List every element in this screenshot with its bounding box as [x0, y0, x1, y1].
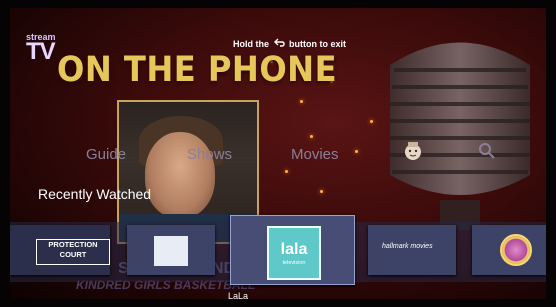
- tile-blank[interactable]: [127, 225, 215, 275]
- search-icon[interactable]: [478, 142, 496, 165]
- hero-title: ON THE PHONE: [57, 50, 338, 90]
- nav-movies[interactable]: Movies: [291, 146, 339, 163]
- tile-protection-court[interactable]: PROTECTION COURT: [10, 225, 110, 275]
- bezel-left: [0, 0, 10, 307]
- nav-shows[interactable]: Shows: [187, 146, 232, 163]
- pc-line-2: COURT: [59, 250, 87, 259]
- pc-line-1: PROTECTION: [48, 240, 98, 249]
- tile-placeholder-square: [154, 236, 188, 266]
- circle-channel-logo: [500, 234, 532, 266]
- character-avatar-icon[interactable]: [402, 140, 424, 167]
- exit-hint: Hold the button to exit: [233, 38, 346, 49]
- logo-tv-text: TV: [26, 38, 56, 65]
- bezel-right: [546, 0, 556, 307]
- tile-hallmark-movies[interactable]: hallmark movies: [368, 225, 456, 275]
- bezel-top: [0, 0, 556, 8]
- preview-face: [145, 132, 215, 218]
- tile-circle-channel[interactable]: [472, 225, 546, 275]
- microphone-artwork: [390, 42, 530, 230]
- lala-logo-text: lala: [280, 241, 308, 258]
- hint-after: button to exit: [289, 39, 347, 49]
- bezel-bottom: [0, 299, 556, 307]
- back-arrow-icon: [273, 38, 285, 49]
- recently-watched-heading: Recently Watched: [38, 186, 152, 202]
- lala-logo-subtext: television: [282, 260, 306, 266]
- tile-lala[interactable]: lala television: [230, 215, 355, 285]
- hallmark-logo-text: hallmark movies: [382, 243, 433, 250]
- protection-court-logo: PROTECTION COURT: [36, 239, 110, 265]
- nav-guide[interactable]: Guide: [86, 146, 126, 163]
- tv-screen: stream TV ON THE PHONE Hold the button t…: [0, 0, 556, 307]
- lala-logo: lala television: [267, 226, 321, 280]
- hint-before: Hold the: [233, 39, 269, 49]
